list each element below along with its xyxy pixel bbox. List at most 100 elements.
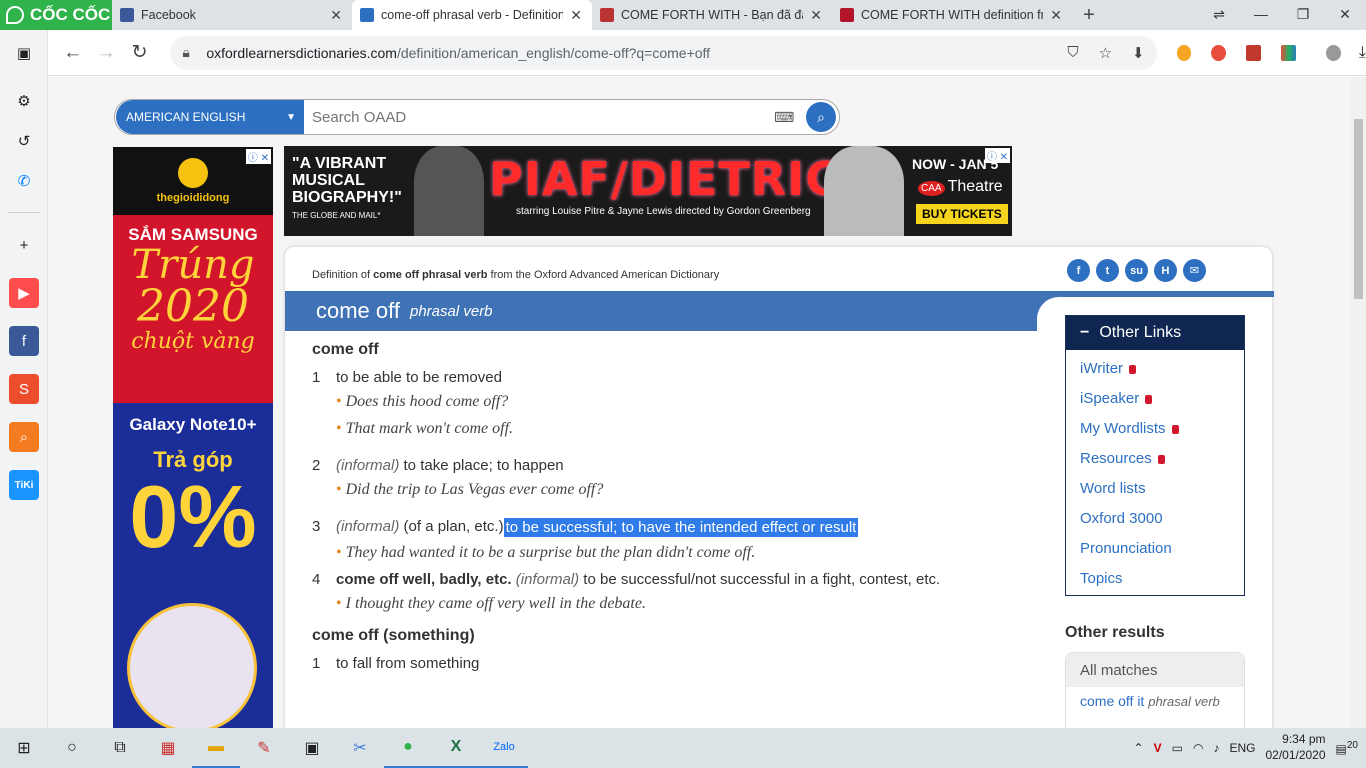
app-icon[interactable]: ▦ — [144, 728, 192, 768]
link-iwriter[interactable]: iWriter — [1080, 354, 1244, 384]
download-icon[interactable]: ⬇ — [1132, 44, 1145, 62]
back-button[interactable]: ← — [56, 42, 89, 64]
add-shortcut-icon[interactable]: + — [9, 230, 39, 260]
hyves-share-icon[interactable]: H — [1154, 259, 1177, 282]
coccoc-menu-button[interactable]: CỐC CỐC — [0, 0, 112, 30]
tab-search-icon[interactable]: ⇌ — [1198, 0, 1240, 30]
close-window-button[interactable]: ✕ — [1324, 0, 1366, 30]
vnkey-icon[interactable]: V — [1154, 741, 1162, 755]
tab-come-forth-with-def[interactable]: COME FORTH WITH definition from ✕ — [832, 0, 1072, 30]
minimize-button[interactable]: — — [1240, 0, 1282, 30]
zalo-icon[interactable]: Zalo — [480, 728, 528, 768]
entry-card: Definition of come off phrasal verb from… — [284, 246, 1274, 728]
twitter-share-icon[interactable]: t — [1096, 259, 1119, 282]
banner-title: PIAF/DIETRICH — [489, 152, 880, 206]
banner-dates: NOW - JAN 5 — [912, 156, 999, 172]
settings-gear-icon[interactable]: ⚙ — [9, 86, 39, 116]
shopee-icon[interactable]: S — [9, 374, 39, 404]
close-tab-icon[interactable]: ✕ — [570, 7, 582, 24]
banner-quote-text: "A VIBRANT MUSICAL BIOGRAPHY!" — [292, 155, 402, 206]
extension-shield-icon[interactable] — [1211, 44, 1227, 61]
sense-1: 1 to be able to be removed — [312, 369, 1032, 386]
link-my-wordlists[interactable]: My Wordlists — [1080, 414, 1244, 444]
coccoc-taskbar-icon[interactable]: ● — [384, 728, 432, 768]
maximize-button[interactable]: ❐ — [1282, 0, 1324, 30]
reload-button[interactable]: ↻ — [123, 41, 156, 64]
clock[interactable]: 9:34 pm 02/01/2020 — [1265, 732, 1325, 763]
excel-icon[interactable]: X — [432, 728, 480, 768]
notes-icon[interactable]: ▣ — [288, 728, 336, 768]
new-tab-button[interactable]: + — [1072, 4, 1106, 27]
bookmark-star-icon[interactable]: ☆ — [1099, 44, 1112, 62]
email-share-icon[interactable]: ✉ — [1183, 259, 1206, 282]
extension-chrome-icon[interactable] — [1176, 44, 1192, 61]
close-tab-icon[interactable]: ✕ — [810, 7, 822, 24]
start-windows-icon[interactable]: ⊞ — [0, 728, 48, 768]
all-matches-header[interactable]: All matches — [1066, 653, 1244, 687]
match-term: come off it — [1080, 693, 1145, 709]
keyboard-icon[interactable]: ⌨ — [774, 109, 794, 126]
sense-number: 1 — [312, 369, 321, 386]
search-button[interactable]: ⌕ — [806, 102, 836, 132]
lock-icon — [1145, 394, 1153, 404]
link-resources[interactable]: Resources — [1080, 444, 1244, 474]
banner-photo — [824, 146, 904, 236]
tab-bar: CỐC CỐC Facebook ✕ come-off phrasal verb… — [0, 0, 1366, 30]
lock-icon — [1171, 424, 1179, 434]
close-tab-icon[interactable]: ✕ — [330, 7, 342, 24]
link-word-lists[interactable]: Word lists — [1080, 474, 1244, 504]
dialect-select[interactable]: AMERICAN ENGLISH ▼ — [116, 100, 304, 134]
notifications-icon[interactable]: ▤20 — [1336, 740, 1358, 756]
match-item[interactable]: come off it phrasal verb — [1066, 687, 1244, 715]
shield-icon[interactable]: ⛉ — [1067, 44, 1078, 62]
sense-number: 1 — [312, 655, 321, 672]
left-advert[interactable]: ⓘ ✕ thegioididong SẮM SAMSUNG Trúng 2020… — [113, 147, 273, 728]
browser-toolbar: ← → ↻ 🔒︎ oxfordlearnersdictionaries.com /… — [48, 30, 1366, 76]
banner-photo — [414, 146, 484, 236]
link-label: Pronunciation — [1080, 540, 1172, 557]
sense-4: 4 come off well, badly, etc. (informal) t… — [312, 571, 1032, 588]
youtube-icon[interactable]: ▶ — [9, 278, 39, 308]
link-topics[interactable]: Topics — [1080, 564, 1244, 594]
task-view-icon[interactable]: ⧉ — [96, 728, 144, 768]
paint-icon[interactable]: ✎ — [240, 728, 288, 768]
buy-tickets-button[interactable]: BUY TICKETS — [916, 204, 1008, 224]
language-indicator[interactable]: ENG — [1229, 741, 1255, 755]
history-icon[interactable]: ↺ — [9, 126, 39, 156]
search-shortcut-icon[interactable]: ⌕ — [9, 422, 39, 452]
top-banner-ad[interactable]: ⓘ ✕ "A VIBRANT MUSICAL BIOGRAPHY!" THE GL… — [284, 146, 1012, 236]
wifi-icon[interactable]: ◠ — [1193, 741, 1203, 755]
close-tab-icon[interactable]: ✕ — [1050, 7, 1062, 24]
ad-close-icon[interactable]: ⓘ ✕ — [245, 149, 271, 164]
sense-number: 4 — [312, 571, 321, 588]
extension-red-icon[interactable] — [1246, 44, 1262, 61]
facebook-icon[interactable]: f — [9, 326, 39, 356]
link-oxford-3000[interactable]: Oxford 3000 — [1080, 504, 1244, 534]
address-bar[interactable]: 🔒︎ oxfordlearnersdictionaries.com/defini… — [170, 35, 1157, 70]
other-links-header[interactable]: − Other Links — [1066, 316, 1244, 350]
facebook-share-icon[interactable]: f — [1067, 259, 1090, 282]
stumbleupon-share-icon[interactable]: su — [1125, 259, 1148, 282]
tab-come-forth-with-vi[interactable]: COME FORTH WITH - Bạn đã đánh ✕ — [592, 0, 832, 30]
scrollbar-thumb[interactable] — [1354, 119, 1363, 299]
forward-button[interactable]: → — [89, 42, 122, 64]
tab-come-off[interactable]: come-off phrasal verb - Definition ✕ — [352, 0, 592, 30]
extension-palette-icon[interactable] — [1281, 44, 1297, 61]
volume-icon[interactable]: ♪ — [1213, 741, 1219, 755]
tab-facebook[interactable]: Facebook ✕ — [112, 0, 352, 30]
link-ispeaker[interactable]: iSpeaker — [1080, 384, 1244, 414]
page-scrollbar[interactable] — [1351, 77, 1366, 728]
downloads-icon[interactable]: ⤓ — [1359, 44, 1366, 62]
chevron-up-icon[interactable]: ⌃ — [1134, 741, 1144, 755]
search-input[interactable] — [312, 108, 762, 126]
battery-icon[interactable]: ▭ — [1172, 741, 1183, 755]
sidebar-toggle-icon[interactable]: ▣ — [9, 38, 39, 68]
tiki-icon[interactable]: TiKi — [9, 470, 39, 500]
snipping-icon[interactable]: ✂ — [336, 728, 384, 768]
highlighted-definition[interactable]: to be successful; to have the intended e… — [503, 518, 859, 537]
messenger-icon[interactable]: ✆ — [9, 166, 39, 196]
search-circle-icon[interactable]: ○ — [48, 728, 96, 768]
profile-avatar[interactable] — [1326, 44, 1341, 61]
file-explorer-icon[interactable]: ▬ — [192, 728, 240, 768]
link-pronunciation[interactable]: Pronunciation — [1080, 534, 1244, 564]
